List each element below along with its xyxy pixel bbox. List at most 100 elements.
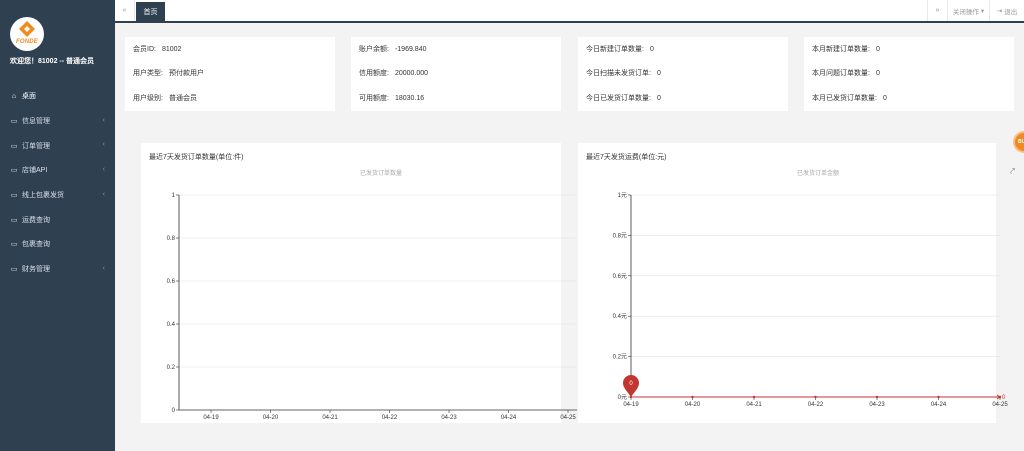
x-tick-label: 04-21 <box>746 402 762 408</box>
restore-icon[interactable]: ⤤ <box>1010 166 1015 177</box>
stat-label: 本月新建订单数量: <box>812 46 870 53</box>
stat-card-0: 会员ID: 81002 用户类型: 预付款用户 用户级别: 普通会员 <box>125 37 335 111</box>
y-tick-label: 0.8 <box>167 236 176 242</box>
stat-row: 信用额度: 20000.000 <box>359 68 428 78</box>
chart-freight: 已发货订单金额 0元 0.2元 0.4元 0.6元 0.8元 1元 04-19 04-20 04-… <box>613 169 1009 408</box>
logout-label: 退出 <box>1004 8 1018 16</box>
sidebar-item-label: 包裹查询 <box>22 241 50 249</box>
stat-card-1: 账户余额: -1969.840 信用额度: 20000.000 可用额度: 18030.1… <box>351 37 561 111</box>
chart-legend: 已发货订单金额 <box>797 169 839 177</box>
stat-value: 0 <box>875 46 880 53</box>
x-tick-label: 04-25 <box>992 402 1008 408</box>
chevron-left-icon: ‹ <box>102 141 105 149</box>
stat-row: 今日扫描未发货订单: 0 <box>586 68 661 78</box>
y-tick-label: 0.8元 <box>613 232 627 239</box>
stat-row: 今日新建订单数量: 0 <box>586 44 654 54</box>
scroll-tabs-left-button[interactable]: « <box>115 0 135 21</box>
x-tick-label: 04-25 <box>560 415 576 421</box>
stat-value: 0 <box>882 95 887 102</box>
sidebar-menu: ⌂ 桌面 ▭ 信息管理 ‹ ▭ 订单管理 ‹ ▭ 店铺API ‹ ▭ 线上包裹发货 ‹ ▭ 运费查询 ▭ 包裹查询… <box>0 84 115 282</box>
stat-card-2: 今日新建订单数量: 0 今日扫描未发货订单: 0 今日已发货订单数量: 0 <box>578 37 788 111</box>
stat-row: 用户级别: 普通会员 <box>133 93 197 103</box>
chevron-left-icon: ‹ <box>102 190 105 198</box>
sidebar-item-7[interactable]: ▭ 财务管理 ‹ <box>0 257 115 282</box>
sidebar-item-5[interactable]: ▭ 运费查询 <box>0 207 115 232</box>
floating-badge-label: BU <box>1018 139 1024 145</box>
y-tick-label: 1 <box>172 193 176 199</box>
sidebar-item-2[interactable]: ▭ 订单管理 ‹ <box>0 133 115 158</box>
chart-panel-freight: 最近7天发货运费(单位:元) 已发货订单金额 0元 0.2元 0.4元 0.6元 0.8元… <box>578 143 1008 423</box>
sidebar-item-label: 店铺API <box>22 167 48 175</box>
close-operations-dropdown[interactable]: 关闭操作 ▾ <box>947 0 989 21</box>
window-icon: ▭ <box>10 216 18 224</box>
stat-value: 0 <box>649 46 654 53</box>
y-tick-label: 0.4元 <box>613 313 627 320</box>
stat-value: 20000.000 <box>394 70 429 77</box>
x-tick-label: 04-20 <box>685 402 701 408</box>
chart-panel-orders: 最近7天发货订单数量(单位:件) 已发货订单数量 0 0.2 0.4 0.6 0.8 1 04… <box>141 143 577 423</box>
y-tick-label: 0.2 <box>167 365 176 371</box>
x-tick-label: 04-20 <box>263 415 279 421</box>
y-tick-label: 0.6 <box>167 279 176 285</box>
logout-button[interactable]: ⇥ 退出 <box>989 0 1024 21</box>
x-tick-label: 04-21 <box>322 415 338 421</box>
sidebar-item-label: 线上包裹发货 <box>22 192 64 200</box>
x-tick-label: 04-24 <box>501 415 517 421</box>
sidebar-item-4[interactable]: ▭ 线上包裹发货 ‹ <box>0 183 115 208</box>
stat-value: 0 <box>656 70 661 77</box>
y-tick-label: 0元 <box>618 394 627 401</box>
chart-orders: 已发货订单数量 0 0.2 0.4 0.6 0.8 1 04-19 04-20 04-21 04-2… <box>167 169 577 421</box>
window-icon: ▭ <box>10 192 18 200</box>
data-point <box>937 395 940 399</box>
stat-label: 账户余额: <box>359 46 389 53</box>
chevron-left-icon: ‹ <box>102 166 105 174</box>
data-point <box>691 395 694 399</box>
stat-value: -1969.840 <box>394 46 427 53</box>
stat-label: 本月已发货订单数量: <box>812 95 877 102</box>
logout-icon: ⇥ <box>996 7 1003 15</box>
logo: FONDE <box>10 17 44 51</box>
x-tick-label: 04-23 <box>869 402 885 408</box>
sidebar-item-1[interactable]: ▭ 信息管理 ‹ <box>0 109 115 134</box>
sidebar: FONDE 欢迎您！81002 -- 普通会员 ⌂ 桌面 ▭ 信息管理 ‹ ▭ 订单管理 ‹ ▭… <box>0 0 115 451</box>
sidebar-item-3[interactable]: ▭ 店铺API ‹ <box>0 158 115 183</box>
y-tick-label: 0 <box>172 408 176 414</box>
stat-value: 0 <box>656 95 661 102</box>
double-chevron-right-icon: » <box>935 7 940 14</box>
sidebar-item-label: 桌面 <box>22 93 36 101</box>
sidebar-item-label: 财务管理 <box>22 266 50 274</box>
stat-label: 今日已发货订单数量: <box>586 95 651 102</box>
chart-legend: 已发货订单数量 <box>360 169 402 177</box>
stat-label: 用户类型: <box>133 70 163 77</box>
stat-row: 今日已发货订单数量: 0 <box>586 93 661 103</box>
stat-label: 今日扫描未发货订单: <box>586 70 651 77</box>
x-tick-label: 04-19 <box>623 402 639 408</box>
tab-home[interactable]: 首页 <box>136 2 165 21</box>
stat-label: 今日新建订单数量: <box>586 46 644 53</box>
tab-home-label: 首页 <box>143 8 158 16</box>
scroll-tabs-right-button[interactable]: » <box>927 0 947 21</box>
sidebar-item-0[interactable]: ⌂ 桌面 <box>0 84 115 109</box>
y-tick-label: 1元 <box>618 192 627 199</box>
tab-bar: « 首页 » 关闭操作 ▾ ⇥ 退出 <box>115 0 1024 23</box>
x-tick-label: 04-19 <box>203 415 219 421</box>
stat-row: 会员ID: 81002 <box>133 44 181 54</box>
window-icon: ▭ <box>10 266 18 274</box>
stat-row: 账户余额: -1969.840 <box>359 44 426 54</box>
logo-text: FONDE <box>16 39 38 45</box>
stat-row: 本月新建订单数量: 0 <box>812 44 880 54</box>
stat-label: 用户级别: <box>133 95 163 102</box>
chevron-left-icon: ‹ <box>102 116 105 124</box>
sidebar-item-6[interactable]: ▭ 包裹查询 <box>0 232 115 257</box>
sidebar-item-label: 订单管理 <box>22 142 50 150</box>
y-tick-label: 0.4 <box>167 322 176 328</box>
sidebar-item-label: 运费查询 <box>22 216 50 224</box>
window-icon: ▭ <box>10 241 18 249</box>
close-operations-label: 关闭操作 <box>952 8 979 16</box>
x-tick-label: 04-22 <box>382 415 398 421</box>
y-tick-label: 0.2元 <box>613 354 627 361</box>
chevron-left-icon: ‹ <box>102 264 105 272</box>
stat-value: 0 <box>875 70 880 77</box>
caret-down-icon: ▾ <box>980 7 985 15</box>
stat-value: 普通会员 <box>168 95 197 102</box>
